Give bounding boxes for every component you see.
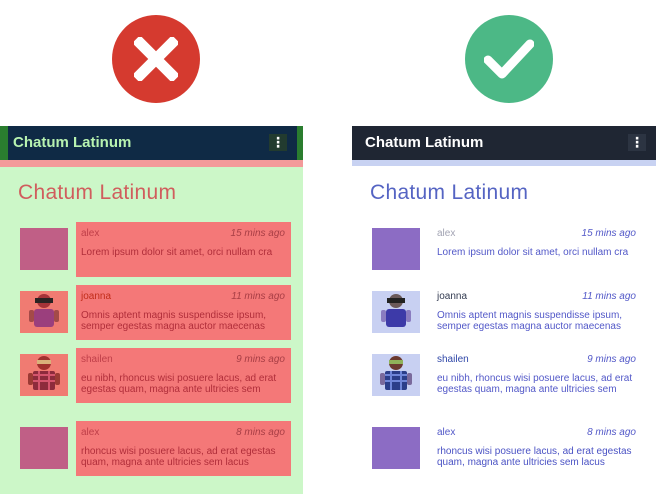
app-bar-edge [0, 126, 8, 160]
message-author: joanna [81, 291, 112, 302]
message-author: joanna [437, 291, 468, 302]
message-bubble: alex 15 mins ago Lorem ipsum dolor sit a… [76, 222, 291, 277]
message-text: Lorem ipsum dolor sit amet, orci nullam … [437, 247, 629, 258]
message-time: 9 mins ago [587, 354, 636, 365]
more-vert-icon[interactable]: ⋮ [628, 134, 646, 151]
avatar [20, 291, 68, 333]
correct-example-panel: Chatum Latinum ⋮ Chatum Latinum alex 15 … [352, 126, 656, 494]
page-title: Chatum Latinum [18, 181, 177, 204]
message-bubble: joanna 11 mins ago Omnis aptent magnis s… [432, 285, 642, 340]
avatar [372, 228, 420, 270]
message-item[interactable]: joanna 11 mins ago Omnis aptent magnis s… [0, 285, 303, 340]
avatar [20, 228, 68, 270]
message-author: shailen [81, 354, 113, 365]
message-text: Omnis aptent magnis suspendisse ipsum, s… [81, 310, 267, 332]
message-author: shailen [437, 354, 469, 365]
message-author: alex [437, 228, 456, 239]
message-time: 15 mins ago [581, 228, 636, 239]
correct-badge [465, 15, 553, 103]
message-time: 11 mins ago [231, 291, 285, 302]
message-bubble: alex 15 mins ago Lorem ipsum dolor sit a… [432, 222, 642, 277]
avatar [20, 354, 68, 396]
message-text: eu nibh, rhoncus wisi posuere lacus, ad … [437, 373, 633, 395]
message-time: 8 mins ago [236, 427, 285, 438]
avatar [20, 427, 68, 469]
message-bubble: shailen 9 mins ago eu nibh, rhoncus wisi… [76, 348, 291, 403]
message-item[interactable]: alex 15 mins ago Lorem ipsum dolor sit a… [352, 222, 656, 277]
message-item[interactable]: alex 8 mins ago rhoncus wisi posuere lac… [0, 421, 303, 476]
incorrect-example-panel: Chatum Latinum ⋮ Chatum Latinum alex 15 … [0, 126, 303, 494]
message-bubble: alex 8 mins ago rhoncus wisi posuere lac… [76, 421, 291, 476]
message-item[interactable]: alex 15 mins ago Lorem ipsum dolor sit a… [0, 222, 303, 277]
message-bubble: alex 8 mins ago rhoncus wisi posuere lac… [432, 421, 642, 476]
message-time: 11 mins ago [582, 291, 636, 302]
message-bubble: shailen 9 mins ago eu nibh, rhoncus wisi… [432, 348, 642, 403]
message-text: rhoncus wisi posuere lacus, ad erat eges… [81, 446, 276, 468]
incorrect-badge [112, 15, 200, 103]
app-bar-edge [297, 126, 303, 160]
avatar [372, 427, 420, 469]
message-author: alex [81, 228, 100, 239]
message-time: 15 mins ago [230, 228, 285, 239]
message-item[interactable]: alex 8 mins ago rhoncus wisi posuere lac… [352, 421, 656, 476]
message-text: Lorem ipsum dolor sit amet, orci nullam … [81, 247, 273, 258]
app-bar-title: Chatum Latinum [365, 134, 484, 151]
app-bar-title: Chatum Latinum [13, 134, 132, 151]
app-bar: Chatum Latinum ⋮ [0, 126, 303, 160]
avatar [372, 354, 420, 396]
message-time: 8 mins ago [587, 427, 636, 438]
message-text: Omnis aptent magnis suspendisse ipsum, s… [437, 310, 623, 332]
message-item[interactable]: joanna 11 mins ago Omnis aptent magnis s… [352, 285, 656, 340]
message-time: 9 mins ago [236, 354, 285, 365]
message-author: alex [81, 427, 100, 438]
message-author: alex [437, 427, 456, 438]
app-bar-divider [0, 160, 303, 167]
check-mark-icon [484, 39, 534, 79]
x-mark-icon [134, 37, 178, 81]
message-item[interactable]: shailen 9 mins ago eu nibh, rhoncus wisi… [0, 348, 303, 403]
message-bubble: joanna 11 mins ago Omnis aptent magnis s… [76, 285, 291, 340]
message-text: eu nibh, rhoncus wisi posuere lacus, ad … [81, 373, 277, 395]
message-item[interactable]: shailen 9 mins ago eu nibh, rhoncus wisi… [352, 348, 656, 403]
more-vert-icon[interactable]: ⋮ [269, 134, 287, 151]
message-text: rhoncus wisi posuere lacus, ad erat eges… [437, 446, 632, 468]
page-title: Chatum Latinum [370, 181, 529, 204]
avatar [372, 291, 420, 333]
app-bar: Chatum Latinum ⋮ [352, 126, 656, 160]
app-bar-divider [352, 160, 656, 166]
